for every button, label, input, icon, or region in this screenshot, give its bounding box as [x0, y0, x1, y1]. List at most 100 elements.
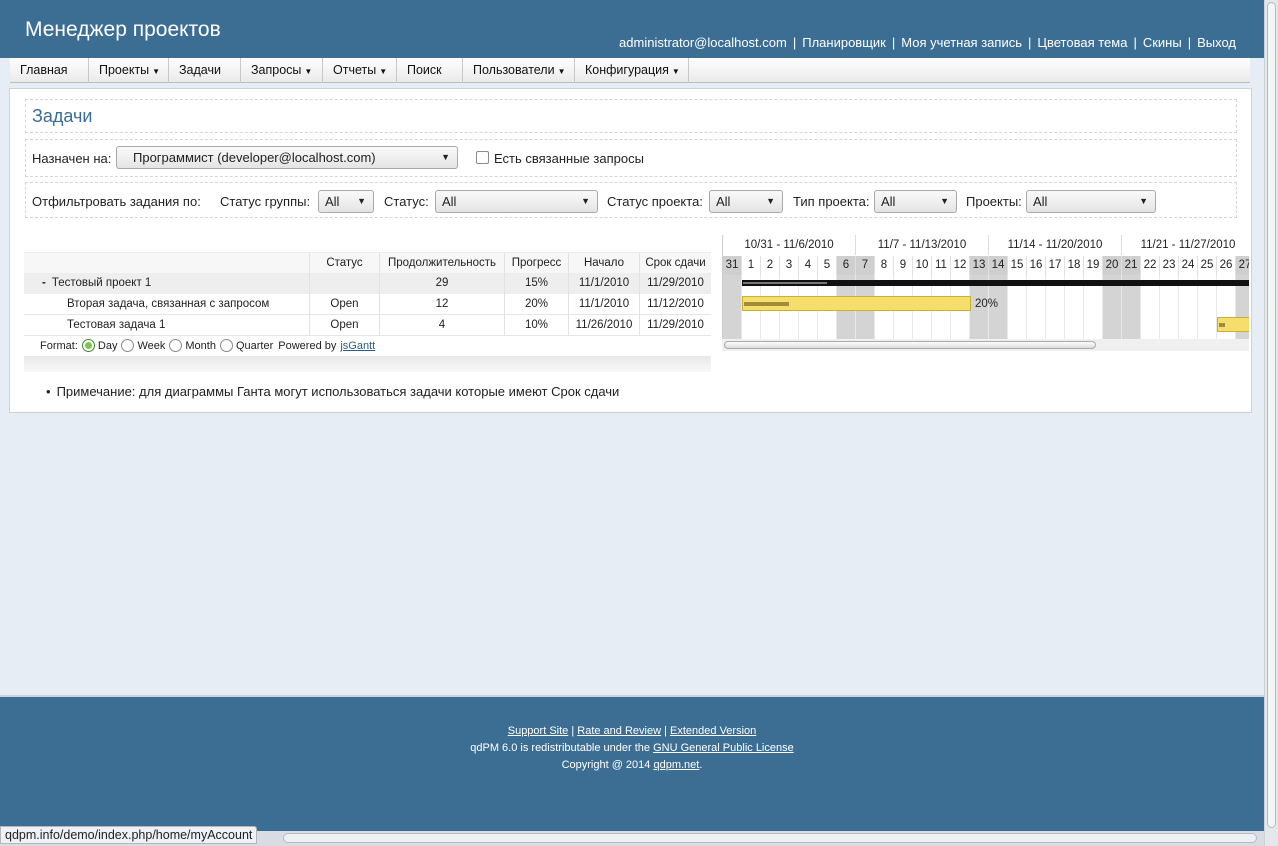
menu-projects[interactable]: Проекты ▼ — [89, 58, 169, 83]
gantt-day-column — [723, 275, 742, 340]
skins-link[interactable]: Скины — [1143, 35, 1182, 50]
format-day-radio[interactable] — [81, 339, 95, 352]
group-status-select[interactable]: All ▼ — [318, 190, 374, 213]
gantt-timeline: 10/31 - 11/6/2010 11/7 - 11/13/2010 11/14 … — [722, 235, 1249, 340]
task-progress: 20% — [505, 294, 569, 315]
gantt-day-label: 22 — [1141, 256, 1160, 275]
format-week-label: Week — [137, 339, 166, 352]
gantt-day-label: 3 — [780, 256, 799, 275]
group-status-label: Статус группы: — [220, 194, 311, 209]
page-vertical-scrollbar[interactable] — [1264, 0, 1278, 846]
gantt-day-label: 19 — [1084, 256, 1103, 275]
color-theme-link[interactable]: Цветовая тема — [1037, 35, 1127, 50]
scrollbar-thumb[interactable] — [283, 833, 1257, 843]
project-status-select[interactable]: All ▼ — [709, 190, 783, 213]
menu-home[interactable]: Главная — [10, 58, 89, 83]
qdpm-link[interactable]: qdpm.net — [653, 759, 699, 771]
title-box: Задачи — [25, 99, 1237, 133]
jsgantt-link[interactable]: jsGantt — [340, 340, 375, 352]
gantt-task-grid: Статус Продолжительность Прогресс Начало… — [24, 235, 711, 372]
gantt-day-label: 18 — [1065, 256, 1084, 275]
scrollbar-thumb[interactable] — [1267, 2, 1276, 828]
format-week-radio[interactable] — [121, 339, 135, 352]
collapse-toggle[interactable]: - — [42, 277, 46, 289]
task-bar[interactable] — [1217, 317, 1249, 332]
gantt-day-label: 11 — [932, 256, 951, 275]
task-status: Open — [310, 294, 380, 315]
task-start: 11/26/2010 — [569, 315, 640, 336]
gantt-day-label: 14 — [989, 256, 1008, 275]
dropdown-arrow-icon: ▼ — [581, 196, 590, 206]
gantt-task-row[interactable]: Вторая задача, связанная с запросом Open… — [24, 294, 711, 315]
col-duration: Продолжительность — [380, 253, 505, 274]
task-progress-fill — [1219, 323, 1225, 327]
task-duration: 4 — [380, 315, 505, 336]
gantt-note: • Примечание: для диаграммы Ганта могут и… — [46, 384, 620, 399]
copyright-text: Copyright @ 2014 — [561, 759, 651, 771]
gantt-day-label: 8 — [875, 256, 894, 275]
assigned-select[interactable]: Программист (developer@localhost.com) ▼ — [116, 146, 458, 169]
chevron-down-icon: ▼ — [557, 67, 566, 76]
page-title: Задачи — [32, 106, 93, 126]
gantt-day-label: 25 — [1198, 256, 1217, 275]
gantt-day-label: 2 — [761, 256, 780, 275]
col-end: Срок сдачи — [645, 257, 706, 269]
gantt-header-row: Статус Продолжительность Прогресс Начало… — [24, 252, 711, 274]
format-day-label: Day — [97, 339, 118, 352]
menu-search[interactable]: Поиск — [397, 58, 463, 83]
gantt-week-label: 11/21 - 11/27/2010 — [1122, 235, 1249, 255]
gantt-day-label: 24 — [1179, 256, 1198, 275]
assigned-box: Назначен на: Программист (developer@loca… — [25, 139, 1237, 177]
menu-reports[interactable]: Отчеты ▼ — [323, 58, 397, 83]
chevron-down-icon: ▼ — [671, 67, 680, 76]
status-select[interactable]: All ▼ — [435, 190, 598, 213]
gantt-chart: Статус Продолжительность Прогресс Начало… — [24, 235, 1249, 372]
menu-tasks[interactable]: Задачи — [169, 58, 241, 83]
content-panel: Задачи Назначен на: Программист (develop… — [9, 88, 1252, 413]
user-email-link[interactable]: administrator@localhost.com — [619, 35, 787, 50]
support-site-link[interactable]: Support Site — [508, 725, 569, 737]
project-status — [310, 273, 380, 294]
format-quarter-radio[interactable] — [219, 339, 233, 352]
chevron-down-icon: ▼ — [152, 67, 161, 76]
logout-link[interactable]: Выход — [1197, 35, 1236, 50]
gantt-week-label: 11/14 - 11/20/2010 — [989, 235, 1122, 255]
projects-select[interactable]: All ▼ — [1026, 190, 1156, 213]
gantt-day-label: 17 — [1046, 256, 1065, 275]
gantt-day-label: 16 — [1027, 256, 1046, 275]
menu-configuration[interactable]: Конфигурация ▼ — [575, 58, 689, 83]
scrollbar-thumb[interactable] — [724, 341, 1096, 349]
format-month-radio[interactable] — [169, 339, 183, 352]
task-end: 11/12/2010 — [647, 298, 704, 310]
planner-link[interactable]: Планировщик — [802, 35, 886, 50]
gantt-day-label: 5 — [818, 256, 837, 275]
gantt-day-label: 10 — [913, 256, 932, 275]
gantt-day-label: 1 — [742, 256, 761, 275]
gantt-day-label: 21 — [1122, 256, 1141, 275]
gantt-week-header: 10/31 - 11/6/2010 11/7 - 11/13/2010 11/14 … — [723, 235, 1249, 255]
project-duration: 29 — [380, 273, 505, 294]
task-duration: 12 — [380, 294, 505, 315]
dropdown-arrow-icon: ▼ — [441, 152, 450, 162]
rate-review-link[interactable]: Rate and Review — [577, 725, 661, 737]
menu-users[interactable]: Пользователи ▼ — [463, 58, 575, 83]
gpl-link[interactable]: GNU General Public License — [653, 742, 794, 754]
gantt-horizontal-scrollbar[interactable] — [722, 339, 1249, 351]
gantt-task-row[interactable]: Тестовая задача 1 Open 4 10% 11/26/2010 … — [24, 315, 711, 336]
gantt-project-row[interactable]: - Тестовый проект 1 29 15% 11/1/2010 11/2… — [24, 273, 711, 294]
related-requests-label: Есть связанные запросы — [494, 151, 644, 166]
extended-version-link[interactable]: Extended Version — [670, 725, 756, 737]
project-status-label: Статус проекта: — [607, 194, 703, 209]
my-account-link[interactable]: Моя учетная запись — [901, 35, 1022, 50]
gantt-day-label: 9 — [894, 256, 913, 275]
task-name: Тестовая задача 1 — [24, 315, 310, 336]
project-progress-bar — [743, 282, 827, 284]
app-title: Менеджер проектов — [25, 18, 221, 41]
task-end: 11/29/2010 — [647, 319, 704, 331]
menu-requests[interactable]: Запросы ▼ — [241, 58, 323, 83]
related-requests-checkbox[interactable] — [476, 151, 489, 164]
task-name: Вторая задача, связанная с запросом — [24, 294, 310, 315]
task-bar[interactable] — [742, 296, 971, 311]
format-quarter-label: Quarter — [235, 339, 274, 352]
project-type-select[interactable]: All ▼ — [874, 190, 957, 213]
